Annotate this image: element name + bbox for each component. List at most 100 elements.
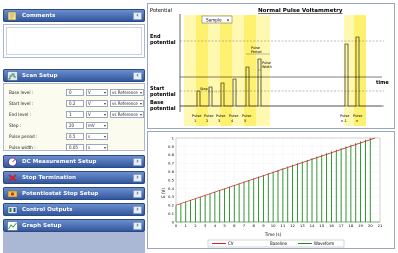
- y-tick-label: 0.4: [168, 186, 175, 191]
- dropdown-arrow-icon: ▾: [103, 100, 106, 106]
- x-tick-label: 16: [329, 223, 334, 228]
- time-label: time: [376, 80, 389, 86]
- pulse-label: Pulse: [353, 114, 363, 118]
- scan-setup-title: Scan Setup: [22, 72, 58, 79]
- y-tick-label: 0.9: [168, 144, 175, 149]
- end-potential-label-2: potential: [150, 40, 176, 46]
- control-outputs-title: Control Outputs: [22, 206, 73, 213]
- pulse-label-num: 3: [218, 119, 220, 123]
- dropdown-arrow-icon: ▾: [103, 111, 106, 117]
- control-outputs-header[interactable]: Control Outputs ›: [3, 203, 145, 216]
- pulse-label-num: 2: [206, 119, 208, 123]
- start-level-ref-select[interactable]: vs Reference ▾: [110, 99, 144, 107]
- pulse-period-unit-select[interactable]: s ▾: [86, 132, 108, 140]
- x-tick-label: 0: [175, 223, 178, 228]
- pulse-width-input[interactable]: 0.05: [66, 143, 84, 151]
- start-level-unit-select[interactable]: V ▾: [86, 99, 108, 107]
- x-tick-label: 20: [368, 223, 373, 228]
- base-level-unit-select[interactable]: V ▾: [86, 88, 108, 96]
- setup-panel: Comments ‹ Scan Setup ‹ Base level : 0 V…: [0, 0, 146, 253]
- comments-header[interactable]: Comments ‹: [3, 9, 145, 22]
- pulse-period-label: Pulse period :: [9, 133, 38, 139]
- shade-band: [232, 15, 244, 126]
- pulse-label-num: 1: [194, 119, 196, 123]
- dc-measurement-icon: [8, 157, 17, 167]
- step-label: Step: [200, 87, 208, 91]
- unit-value: V: [88, 111, 91, 117]
- waveform-diagram-panel: Potential Normal Pulse Voltammetry Sampl…: [147, 3, 395, 129]
- y-tick-label: 0.8: [168, 152, 175, 157]
- dropdown-arrow-icon: ▾: [103, 122, 106, 128]
- pulse-width-unit-select[interactable]: s ▾: [86, 143, 108, 151]
- expand-chevron-icon[interactable]: ›: [133, 190, 142, 198]
- start-level-label: Start level :: [9, 100, 34, 106]
- potentiostat-stop-setup-title: Potentiostat Stop Setup: [22, 190, 99, 197]
- potential-label: Potential: [150, 8, 172, 14]
- expand-chevron-icon[interactable]: ›: [133, 222, 142, 230]
- unit-value: mV: [88, 122, 95, 128]
- graph-setup-header[interactable]: Graph Setup ›: [3, 219, 145, 232]
- pulse-label-num: 5: [244, 119, 246, 123]
- sample-dropdown[interactable]: Sample ▾: [201, 15, 233, 24]
- end-level-ref-select[interactable]: vs Reference ▾: [110, 110, 144, 118]
- pulse-label-num: n-1: [341, 119, 347, 123]
- end-level-input[interactable]: 1: [66, 110, 84, 118]
- step-label: Step :: [9, 122, 22, 128]
- x-tick-label: 9: [262, 223, 265, 228]
- comments-textarea[interactable]: [6, 27, 142, 55]
- x-tick-label: 14: [310, 223, 315, 228]
- dropdown-arrow-icon: ▾: [227, 17, 229, 22]
- x-tick-label: 7: [243, 223, 246, 228]
- x-tick-label: 21: [378, 223, 383, 228]
- y-tick-label: 0.6: [168, 169, 175, 174]
- start-level-input[interactable]: 0.2: [66, 99, 84, 107]
- base-potential-label-2: potential: [150, 106, 176, 112]
- y-axis-label: E (V): [161, 188, 166, 198]
- base-level-input[interactable]: 0: [66, 88, 84, 96]
- collapse-chevron-icon[interactable]: ‹: [133, 12, 142, 20]
- sample-label: Sample: [206, 17, 222, 22]
- dropdown-arrow-icon: ▾: [139, 100, 142, 106]
- base-level-ref-select[interactable]: vs Reference ▾: [110, 88, 144, 96]
- unit-value: V: [88, 89, 91, 95]
- x-tick-label: 19: [358, 223, 363, 228]
- dc-measurement-setup-header[interactable]: DC Measurement Setup ›: [3, 155, 145, 168]
- legend-cv-label: CV: [228, 241, 234, 246]
- waveform-plot: 00.10.20.30.40.50.60.70.80.910 1 2 3 4 5 6 7 8 9 1…: [161, 135, 383, 248]
- stop-termination-title: Stop Termination: [22, 174, 77, 181]
- pulse-width-label-2: Width: [262, 65, 272, 69]
- expand-chevron-icon[interactable]: ›: [133, 206, 142, 214]
- collapse-chevron-icon[interactable]: ‹: [133, 72, 142, 80]
- stop-termination-header[interactable]: Stop Termination ›: [3, 171, 145, 184]
- dropdown-arrow-icon: ▾: [103, 89, 106, 95]
- x-tick-label: 12: [290, 223, 295, 228]
- step-unit-select[interactable]: mV ▾: [86, 121, 108, 129]
- control-outputs-icon: [7, 206, 18, 214]
- x-tick-label: 1: [185, 223, 188, 228]
- pulse-label: Pulse: [229, 114, 239, 118]
- diagram-title: Normal Pulse Voltammetry: [258, 8, 343, 14]
- comments-icon: [7, 11, 17, 21]
- dropdown-arrow-icon: ▾: [139, 111, 142, 117]
- ref-value: vs Reference: [112, 89, 138, 95]
- stop-termination-icon: [8, 174, 17, 182]
- pulse-label-num: n: [356, 119, 358, 123]
- end-level-unit-select[interactable]: V ▾: [86, 110, 108, 118]
- step-input[interactable]: 20: [66, 121, 84, 129]
- legend: CV Baseline Waveform: [207, 239, 345, 248]
- potentiostat-stop-setup-header[interactable]: Potentiostat Stop Setup ›: [3, 187, 145, 200]
- pulse-label: Pulse: [242, 114, 252, 118]
- pulse-period-input[interactable]: 0.5: [66, 132, 84, 140]
- dropdown-arrow-icon: ▾: [103, 144, 106, 150]
- ref-value: vs Reference: [112, 111, 138, 117]
- x-axis-label: Time (s): [264, 232, 282, 237]
- shade-band: [220, 15, 232, 126]
- x-tick-label: 4: [214, 223, 217, 228]
- scan-setup-header[interactable]: Scan Setup ‹: [3, 69, 145, 82]
- end-level-label: End level :: [9, 111, 31, 117]
- dc-measurement-setup-title: DC Measurement Setup: [22, 158, 97, 165]
- expand-chevron-icon[interactable]: ›: [133, 174, 142, 182]
- expand-chevron-icon[interactable]: ›: [133, 158, 142, 166]
- ref-value: vs Reference: [112, 100, 138, 106]
- unit-value: s: [88, 144, 91, 150]
